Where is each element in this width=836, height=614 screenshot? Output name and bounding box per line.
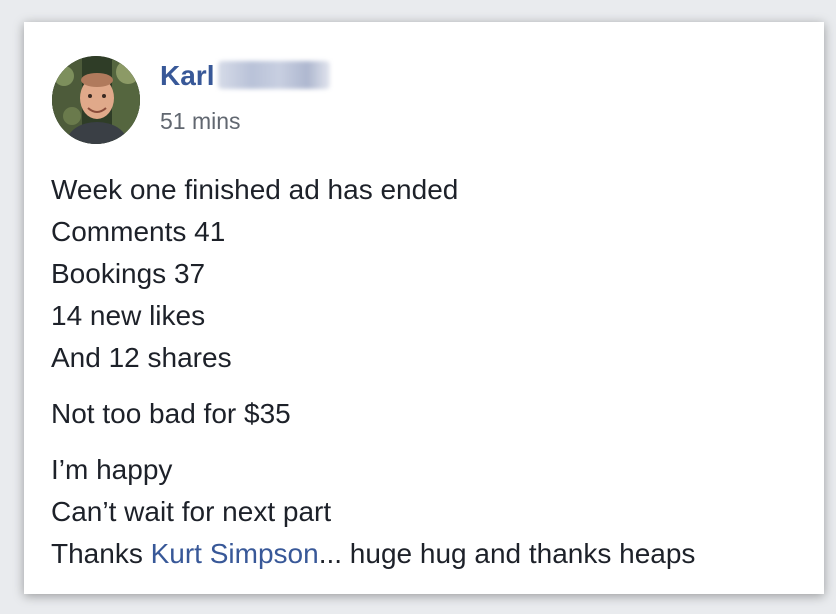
- post-card: Karl 51 mins Week one finished ad has en…: [24, 22, 824, 594]
- thanks-prefix: Thanks: [51, 538, 151, 569]
- post-line: Not too bad for $35: [51, 398, 291, 429]
- thanks-line: Thanks Kurt Simpson... huge hug and than…: [51, 533, 804, 575]
- post-line: And 12 shares: [51, 342, 232, 373]
- redacted-surname: [218, 61, 331, 89]
- post-line: I’m happy: [51, 454, 173, 485]
- post-line: 14 new likes: [51, 300, 206, 331]
- post-paragraph: I’m happy Can’t wait for next part Thank…: [51, 449, 804, 575]
- post-line: Comments 41: [51, 216, 226, 247]
- avatar[interactable]: [52, 56, 140, 144]
- thanks-suffix: ... huge hug and thanks heaps: [318, 538, 696, 569]
- mention-link[interactable]: Kurt Simpson: [151, 538, 319, 569]
- post-line: Can’t wait for next part: [51, 496, 332, 527]
- author-name-link[interactable]: Karl: [160, 60, 214, 91]
- post-line: Week one finished ad has ended: [51, 174, 459, 205]
- post-paragraph: Week one finished ad has ended Comments …: [51, 169, 804, 379]
- author: Karl: [160, 60, 331, 92]
- post-paragraph: Not too bad for $35: [51, 393, 804, 435]
- post-timestamp[interactable]: 51 mins: [160, 108, 241, 135]
- post-line: Bookings 37: [51, 258, 206, 289]
- post-body: Week one finished ad has ended Comments …: [51, 169, 804, 575]
- avatar-photo: [52, 56, 140, 144]
